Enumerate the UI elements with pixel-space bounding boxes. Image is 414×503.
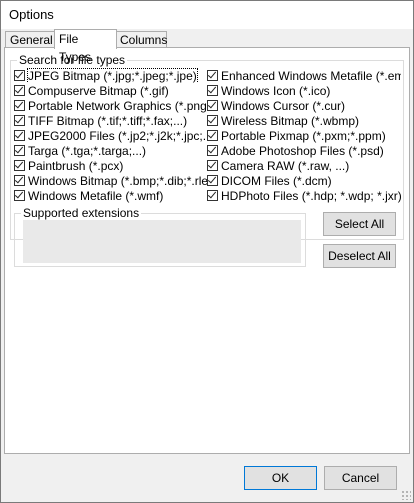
checkbox-wmf[interactable]: Windows Metafile (*.wmf) [14,188,207,203]
supported-extensions-group: Supported extensions [14,206,306,267]
deselect-all-button[interactable]: Deselect All [323,244,396,268]
select-all-button[interactable]: Select All [323,212,396,236]
title-bar[interactable]: Options [1,1,413,29]
cancel-button[interactable]: Cancel [324,466,397,490]
checkbox-raw[interactable]: Camera RAW (*.raw, ...) [207,158,401,173]
checkbox-checked-icon [207,115,218,126]
checkbox-label: JPEG2000 Files (*.jp2;*.j2k;*.jpc;... [28,128,207,143]
checkbox-paintbrush[interactable]: Paintbrush (*.pcx) [14,158,207,173]
checkbox-checked-icon [14,100,25,111]
checkbox-label: Enhanced Windows Metafile (*.emf) [221,68,401,83]
checkbox-cur[interactable]: Windows Cursor (*.cur) [207,98,401,113]
checkbox-tiff[interactable]: TIFF Bitmap (*.tif;*.tiff;*.fax;...) [14,113,207,128]
checkbox-dcm[interactable]: DICOM Files (*.dcm) [207,173,401,188]
checkbox-checked-icon [207,145,218,156]
checkbox-checked-icon [14,160,25,171]
checkbox-targa[interactable]: Targa (*.tga;*.targa;...) [14,143,207,158]
checkbox-ppm[interactable]: Portable Pixmap (*.pxm;*.ppm) [207,128,401,143]
checkbox-wbmp[interactable]: Wireless Bitmap (*.wbmp) [207,113,401,128]
checkbox-hdp[interactable]: HDPhoto Files (*.hdp; *.wdp; *.jxr) [207,188,401,203]
checkbox-checked-icon [207,175,218,186]
checkbox-label: HDPhoto Files (*.hdp; *.wdp; *.jxr) [221,188,401,203]
checkbox-label: Adobe Photoshop Files (*.psd) [221,143,384,158]
tab-general[interactable]: General [5,31,56,47]
checkbox-checked-icon [14,70,25,81]
checkbox-bmp[interactable]: Windows Bitmap (*.bmp;*.dib;*.rle) [14,173,207,188]
checkbox-label: JPEG Bitmap (*.jpg;*.jpeg;*.jpe) [27,68,198,83]
checkbox-label: Windows Metafile (*.wmf) [28,188,164,203]
checkbox-checked-icon [14,190,25,201]
checkbox-checked-icon [14,85,25,96]
checkbox-checked-icon [207,85,218,96]
checkbox-label: Camera RAW (*.raw, ...) [221,158,350,173]
ok-button[interactable]: OK [244,466,317,490]
checkbox-label: Targa (*.tga;*.targa;...) [28,143,147,158]
checkbox-ico[interactable]: Windows Icon (*.ico) [207,83,401,98]
checkbox-checked-icon [207,100,218,111]
window-title: Options [9,7,54,22]
tab-columns[interactable]: Columns [115,31,167,47]
checkbox-jpeg[interactable]: JPEG Bitmap (*.jpg;*.jpeg;*.jpe) [14,68,207,83]
checkbox-label: Compuserve Bitmap (*.gif) [28,83,169,98]
checkbox-checked-icon [207,190,218,201]
checkbox-label: Windows Cursor (*.cur) [221,98,346,113]
checkbox-checked-icon [207,70,218,81]
checkbox-label: Portable Network Graphics (*.png) [28,98,207,113]
supported-extensions-list[interactable] [23,220,301,263]
checkbox-checked-icon [14,130,25,141]
checkbox-png[interactable]: Portable Network Graphics (*.png) [14,98,207,113]
checkbox-label: Wireless Bitmap (*.wbmp) [221,113,360,128]
checkbox-gif[interactable]: Compuserve Bitmap (*.gif) [14,83,207,98]
checkbox-emf[interactable]: Enhanced Windows Metafile (*.emf) [207,68,401,83]
checkbox-label: Windows Icon (*.ico) [221,83,331,98]
options-window: Options General File Types Columns Searc… [0,0,414,503]
checkbox-checked-icon [207,130,218,141]
checkbox-label: DICOM Files (*.dcm) [221,173,332,188]
tab-file-types[interactable]: File Types [54,29,117,64]
extensions-group-title: Supported extensions [21,206,142,220]
checkbox-label: Windows Bitmap (*.bmp;*.dib;*.rle) [28,173,207,188]
checkbox-label: Portable Pixmap (*.pxm;*.ppm) [221,128,386,143]
checkbox-checked-icon [207,160,218,171]
checkbox-checked-icon [14,145,25,156]
checkbox-label: TIFF Bitmap (*.tif;*.tiff;*.fax;...) [28,113,188,128]
resize-grip-icon[interactable] [401,490,411,500]
checkbox-label: Paintbrush (*.pcx) [28,158,124,173]
dialog-footer: OK Cancel [1,454,413,502]
checkbox-checked-icon [14,115,25,126]
checkbox-checked-icon [14,175,25,186]
checkbox-psd[interactable]: Adobe Photoshop Files (*.psd) [207,143,401,158]
checkbox-jpeg2000[interactable]: JPEG2000 Files (*.jp2;*.j2k;*.jpc;... [14,128,207,143]
file-types-panel: Search for file types JPEG Bitmap (*.jpg… [4,47,410,454]
